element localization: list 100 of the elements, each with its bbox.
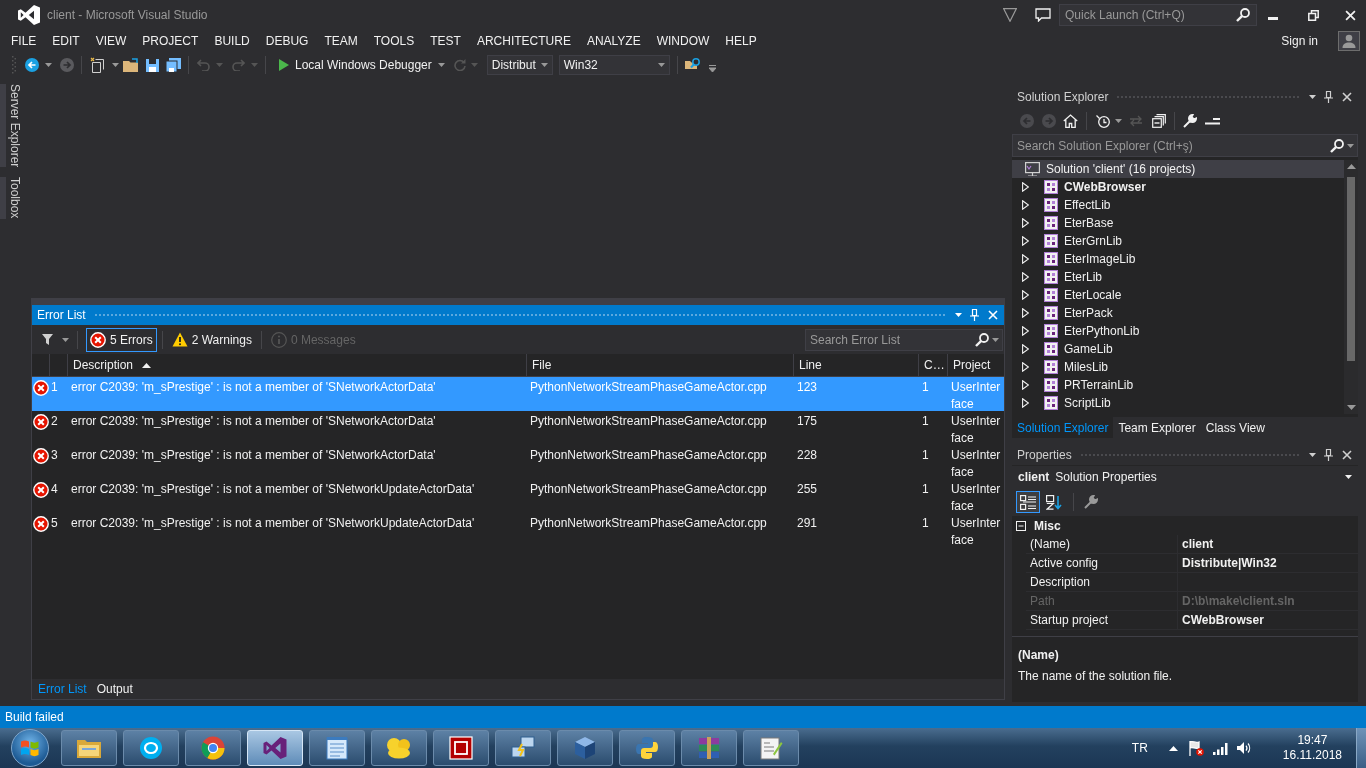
side-tab[interactable]: Server Explorer (0, 84, 22, 168)
taskbar-button[interactable] (619, 730, 675, 766)
caret-icon[interactable] (112, 63, 119, 67)
scrollbar-thumb[interactable] (1347, 177, 1355, 361)
tree-item[interactable]: CWebBrowser (1012, 178, 1344, 196)
tree-item[interactable]: EterImageLib (1012, 250, 1344, 268)
search-icon[interactable] (1236, 8, 1250, 22)
panel-tab[interactable]: Solution Explorer (1012, 417, 1114, 438)
volume-icon[interactable] (1235, 741, 1251, 755)
menu-item[interactable]: PROJECT (134, 32, 207, 50)
expand-arrow-icon[interactable] (1022, 236, 1029, 246)
menu-item[interactable]: VIEW (87, 32, 135, 50)
dash-icon[interactable] (1205, 116, 1220, 125)
tree-item[interactable]: EffectLib (1012, 196, 1344, 214)
filter-toggle-button[interactable]: 5 Errors (86, 327, 157, 352)
expand-arrow-icon[interactable] (1022, 380, 1029, 390)
taskbar-button[interactable] (557, 730, 613, 766)
filter-toggle-button[interactable]: 2 Warnings (167, 327, 256, 352)
column-header[interactable]: File (526, 354, 793, 376)
column-header[interactable]: Line (793, 354, 918, 376)
menu-item[interactable]: WINDOW (648, 32, 718, 50)
close-icon[interactable] (1342, 92, 1352, 102)
caret-icon[interactable] (45, 63, 52, 67)
search-icon[interactable] (1330, 138, 1344, 153)
property-value[interactable]: Distribute|Win32 (1178, 554, 1358, 573)
menu-item[interactable]: TOOLS (365, 32, 423, 50)
sign-in-link[interactable]: Sign in (1281, 32, 1318, 50)
tree-item[interactable]: EterLib (1012, 268, 1344, 286)
menu-item[interactable]: BUILD (206, 32, 258, 50)
show-hidden-icons-icon[interactable] (1168, 745, 1178, 751)
tree-item[interactable]: EterPack (1012, 304, 1344, 322)
object-selector[interactable]: client Solution Properties (1012, 466, 1358, 488)
speech-bubble-icon[interactable] (1035, 8, 1051, 22)
restore-icon[interactable] (1308, 9, 1319, 21)
expand-arrow-icon[interactable] (1022, 290, 1029, 300)
start-button[interactable] (11, 729, 49, 767)
close-icon[interactable] (1342, 450, 1352, 460)
menu-item[interactable]: TEST (422, 32, 469, 50)
menu-item[interactable]: ANALYZE (578, 32, 649, 50)
tree-item[interactable]: GameLib (1012, 340, 1344, 358)
taskbar-button[interactable] (185, 730, 241, 766)
save-all-icon[interactable] (166, 58, 181, 72)
platform-dropdown[interactable]: Win32 (558, 55, 670, 75)
caret-icon[interactable] (437, 63, 445, 67)
taskbar-button[interactable] (371, 730, 427, 766)
caret-icon[interactable] (1345, 475, 1352, 479)
show-desktop-button[interactable] (1356, 728, 1366, 768)
taskbar-button[interactable] (495, 730, 551, 766)
tree-item[interactable]: EterBase (1012, 214, 1344, 232)
tree-item[interactable]: PRTerrainLib (1012, 376, 1344, 394)
tree-item[interactable]: EterLocale (1012, 286, 1344, 304)
tree-item[interactable]: Solution 'client' (16 projects) (1012, 160, 1344, 178)
menu-item[interactable]: EDIT (44, 32, 88, 50)
caret-icon[interactable] (1115, 118, 1122, 123)
panel-tab[interactable]: Team Explorer (1113, 417, 1201, 438)
menu-item[interactable]: ARCHITECTURE (468, 32, 579, 50)
wrench-icon[interactable] (1084, 495, 1098, 509)
clock-button[interactable]: 19:47 16.11.2018 (1282, 733, 1342, 763)
account-icon[interactable] (1338, 31, 1360, 51)
taskbar-button[interactable] (123, 730, 179, 766)
caret-icon[interactable] (1309, 453, 1316, 457)
menu-item[interactable]: FILE (3, 32, 45, 50)
quick-launch-field[interactable]: Quick Launch (Ctrl+Q) (1059, 4, 1257, 26)
taskbar-button[interactable] (743, 730, 799, 766)
search-icon[interactable] (975, 332, 989, 347)
column-header[interactable]: Description (67, 354, 526, 376)
expand-arrow-icon[interactable] (1022, 308, 1029, 318)
signal-bars-icon[interactable] (1212, 741, 1229, 755)
panel-tab[interactable]: Error List (34, 680, 91, 698)
expand-arrow-icon[interactable] (1022, 218, 1029, 228)
column-header[interactable]: Project (947, 354, 1004, 376)
expand-arrow-icon[interactable] (1022, 362, 1029, 372)
stacked-windows-icon[interactable] (1152, 113, 1166, 128)
taskbar-button[interactable] (681, 730, 737, 766)
menu-item[interactable]: HELP (717, 32, 765, 50)
grip-icon[interactable] (12, 56, 16, 74)
pin-icon[interactable] (1324, 91, 1333, 103)
menu-item[interactable]: TEAM (316, 32, 366, 50)
error-row[interactable]: 5 error C2039: 'm_sPrestige' : is not a member of 'SNetworkUpdateActorData' PythonNetworkStreamPhaseGameActor.cpp 291 1 UserInterface (32, 513, 1004, 547)
search-field[interactable]: Search Error List (805, 328, 1003, 351)
home-icon[interactable] (1063, 113, 1078, 128)
property-value[interactable]: client (1178, 535, 1358, 554)
expand-arrow-icon[interactable] (1022, 254, 1029, 264)
tree-item[interactable]: EterPythonLib (1012, 322, 1344, 340)
expand-arrow-icon[interactable] (1022, 326, 1029, 336)
tree-item[interactable]: ScriptLib (1012, 394, 1344, 412)
panel-tab[interactable]: Class View (1200, 417, 1270, 438)
panel-tab[interactable]: Output (92, 680, 137, 698)
pin-icon[interactable] (1324, 449, 1333, 461)
open-folder-icon[interactable] (123, 58, 139, 72)
new-page-icon[interactable] (90, 57, 106, 73)
view-toggle-button[interactable] (1016, 491, 1040, 513)
minus-box-icon[interactable] (1016, 520, 1026, 531)
save-icon[interactable] (146, 58, 159, 72)
taskbar-button[interactable] (433, 730, 489, 766)
caret-icon[interactable] (62, 337, 69, 342)
expand-arrow-icon[interactable] (1022, 182, 1029, 192)
expand-arrow-icon[interactable] (1022, 344, 1029, 354)
side-tab[interactable]: Toolbox (0, 177, 22, 219)
taskbar-button[interactable] (309, 730, 365, 766)
